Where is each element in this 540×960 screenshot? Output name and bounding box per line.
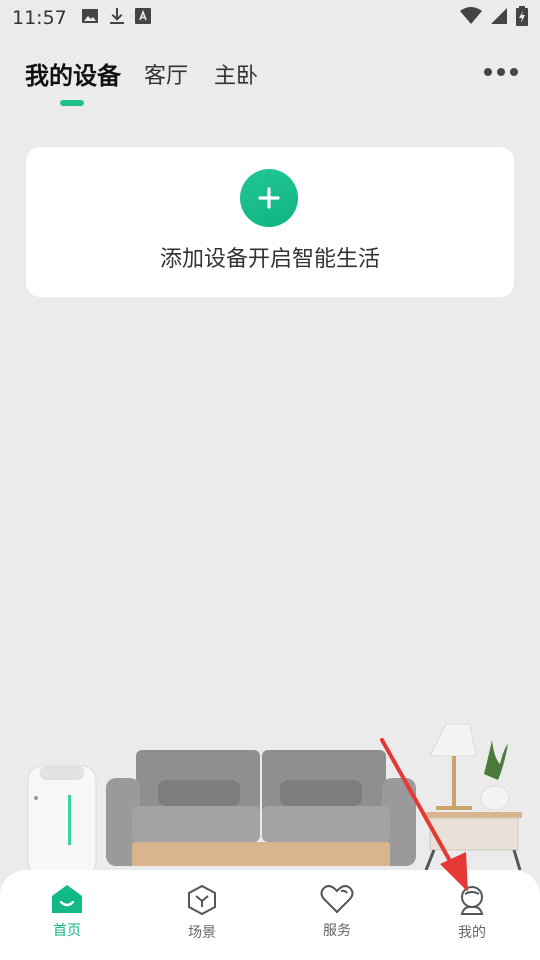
add-device-label: 添加设备开启智能生活 xyxy=(159,247,380,272)
tab-my-devices[interactable]: 我的设备 xyxy=(25,56,121,91)
bottom-nav: 首页 场景 服务 我的 xyxy=(0,870,540,960)
heart-icon xyxy=(320,885,354,914)
signal-icon xyxy=(490,7,508,30)
sofa-image xyxy=(106,750,416,866)
status-time: 11:57 xyxy=(12,7,67,29)
living-room-illustration xyxy=(27,723,522,877)
image-icon xyxy=(81,7,99,29)
add-device-button[interactable] xyxy=(240,169,298,227)
more-button[interactable] xyxy=(484,64,518,80)
status-bar: 11:57 xyxy=(0,0,540,36)
text-a-icon xyxy=(134,7,151,29)
side-table-image xyxy=(424,723,522,871)
wifi-icon xyxy=(460,6,482,30)
add-device-card[interactable]: 添加设备开启智能生活 xyxy=(26,147,514,297)
nav-item-service[interactable]: 服务 xyxy=(297,884,377,940)
scene-icon xyxy=(188,884,216,916)
nav-item-profile[interactable]: 我的 xyxy=(432,884,512,942)
room-tabs: 我的设备 客厅 主卧 xyxy=(0,52,540,112)
download-icon xyxy=(109,7,125,30)
battery-charging-icon xyxy=(516,5,528,31)
nav-label-scene: 场景 xyxy=(188,925,216,941)
nav-label-home: 首页 xyxy=(53,923,81,939)
tab-active-indicator xyxy=(60,100,84,106)
home-icon xyxy=(52,885,82,913)
tab-living-room[interactable]: 客厅 xyxy=(144,58,188,90)
tab-master-bedroom[interactable]: 主卧 xyxy=(214,58,258,90)
air-purifier-image xyxy=(27,765,97,877)
more-horizontal-icon xyxy=(484,68,492,76)
nav-label-service: 服务 xyxy=(323,923,351,939)
profile-icon xyxy=(460,886,484,915)
plus-icon xyxy=(258,187,280,209)
nav-label-profile: 我的 xyxy=(458,925,486,941)
nav-item-home[interactable]: 首页 xyxy=(27,884,107,940)
nav-item-scene[interactable]: 场景 xyxy=(162,884,242,942)
